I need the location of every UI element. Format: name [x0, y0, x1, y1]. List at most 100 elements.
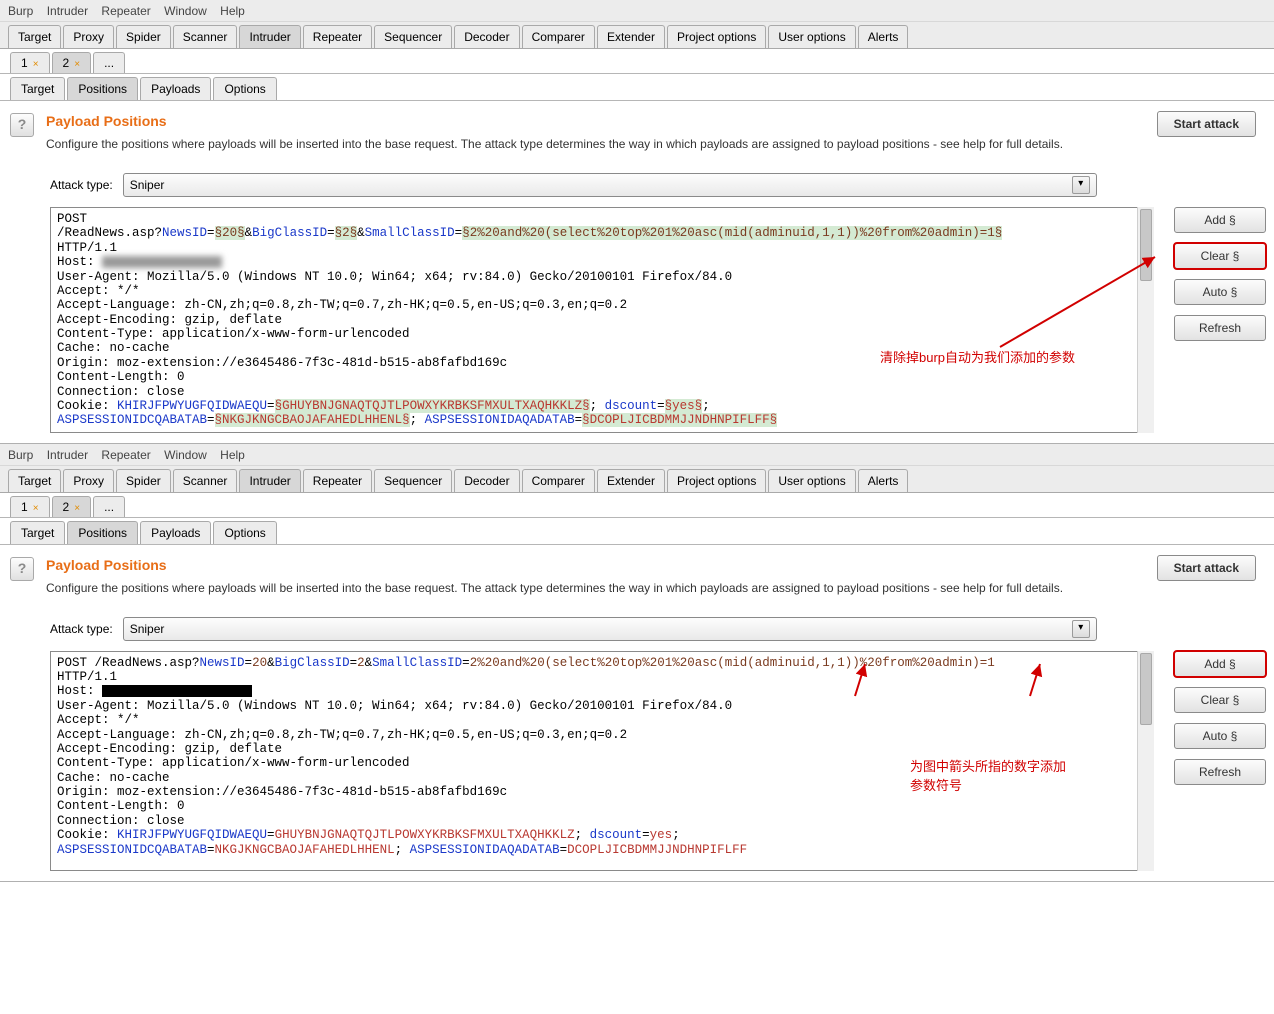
sub-tab-options[interactable]: Options [213, 77, 276, 100]
attack-number-tabs: 1× 2× ... [0, 49, 1274, 74]
clear-position-button[interactable]: Clear § [1174, 243, 1266, 269]
annotation-add-2: 参数符号 [910, 775, 962, 794]
tab-proxy[interactable]: Proxy [63, 25, 114, 48]
close-icon[interactable]: × [33, 503, 39, 514]
menubar: Burp Intruder Repeater Window Help [0, 0, 1274, 22]
positions-side-buttons: Add § Clear § Auto § Refresh [1174, 207, 1264, 433]
auto-position-button[interactable]: Auto § [1174, 723, 1266, 749]
help-button[interactable]: ? [10, 113, 34, 137]
menu-window[interactable]: Window [164, 448, 207, 462]
attack-type-select[interactable]: Sniper ▾ [123, 617, 1097, 641]
attack-number-tabs: 1× 2× ... [0, 493, 1274, 518]
add-position-button[interactable]: Add § [1174, 207, 1266, 233]
menu-intruder[interactable]: Intruder [47, 448, 88, 462]
sub-tab-positions[interactable]: Positions [67, 77, 138, 100]
start-attack-button[interactable]: Start attack [1157, 111, 1256, 137]
help-button[interactable]: ? [10, 557, 34, 581]
positions-content: Start attack ? Payload Positions Configu… [0, 545, 1274, 881]
refresh-button[interactable]: Refresh [1174, 759, 1266, 785]
menu-burp[interactable]: Burp [8, 4, 33, 18]
close-icon[interactable]: × [74, 503, 80, 514]
auto-position-button[interactable]: Auto § [1174, 279, 1266, 305]
attack-tab-1[interactable]: 1× [10, 52, 50, 73]
tab-decoder[interactable]: Decoder [454, 25, 519, 48]
tab-target[interactable]: Target [8, 25, 61, 48]
positions-content: Start attack ? Payload Positions Configu… [0, 101, 1274, 443]
tab-intruder[interactable]: Intruder [239, 469, 300, 492]
refresh-button[interactable]: Refresh [1174, 315, 1266, 341]
menu-repeater[interactable]: Repeater [101, 4, 150, 18]
intruder-sub-tabs: Target Positions Payloads Options [0, 518, 1274, 545]
positions-side-buttons: Add § Clear § Auto § Refresh [1174, 651, 1264, 871]
menu-burp[interactable]: Burp [8, 448, 33, 462]
attack-tab-1[interactable]: 1× [10, 496, 50, 517]
attack-type-label: Attack type: [50, 622, 113, 636]
scrollbar-thumb[interactable] [1140, 209, 1152, 281]
tab-decoder[interactable]: Decoder [454, 469, 519, 492]
annotation-add-1: 为图中箭头所指的数字添加 [910, 756, 1066, 775]
intruder-sub-tabs: Target Positions Payloads Options [0, 74, 1274, 101]
attack-tab-more[interactable]: ... [93, 496, 125, 517]
close-icon[interactable]: × [33, 59, 39, 70]
burp-window-top: Burp Intruder Repeater Window Help Targe… [0, 0, 1274, 444]
tab-scanner[interactable]: Scanner [173, 25, 238, 48]
tab-comparer[interactable]: Comparer [522, 469, 595, 492]
attack-type-label: Attack type: [50, 178, 113, 192]
main-tabs: Target Proxy Spider Scanner Intruder Rep… [0, 22, 1274, 49]
sub-tab-positions[interactable]: Positions [67, 521, 138, 544]
tab-intruder[interactable]: Intruder [239, 25, 300, 48]
attack-tab-2[interactable]: 2× [52, 52, 92, 73]
attack-type-value: Sniper [130, 622, 165, 636]
tab-project-options[interactable]: Project options [667, 25, 766, 48]
editor-scrollbar[interactable] [1137, 651, 1154, 871]
menu-repeater[interactable]: Repeater [101, 448, 150, 462]
tab-proxy[interactable]: Proxy [63, 469, 114, 492]
scrollbar-thumb[interactable] [1140, 653, 1152, 725]
tab-spider[interactable]: Spider [116, 25, 171, 48]
attack-tab-2[interactable]: 2× [52, 496, 92, 517]
sub-tab-options[interactable]: Options [213, 521, 276, 544]
section-description: Configure the positions where payloads w… [46, 135, 1063, 153]
sub-tab-target[interactable]: Target [10, 521, 65, 544]
tab-target[interactable]: Target [8, 469, 61, 492]
redacted-host: x [102, 256, 222, 268]
menu-window[interactable]: Window [164, 4, 207, 18]
section-title: Payload Positions [46, 113, 1063, 129]
sub-tab-payloads[interactable]: Payloads [140, 77, 211, 100]
tab-alerts[interactable]: Alerts [858, 469, 909, 492]
tab-repeater[interactable]: Repeater [303, 25, 372, 48]
dropdown-arrow-icon[interactable]: ▾ [1072, 620, 1090, 638]
tab-user-options[interactable]: User options [768, 469, 855, 492]
attack-type-value: Sniper [130, 178, 165, 192]
editor-scrollbar[interactable] [1137, 207, 1154, 433]
menu-intruder[interactable]: Intruder [47, 4, 88, 18]
sub-tab-target[interactable]: Target [10, 77, 65, 100]
tab-sequencer[interactable]: Sequencer [374, 469, 452, 492]
main-tabs: Target Proxy Spider Scanner Intruder Rep… [0, 466, 1274, 493]
clear-position-button[interactable]: Clear § [1174, 687, 1266, 713]
tab-alerts[interactable]: Alerts [858, 25, 909, 48]
menu-help[interactable]: Help [220, 4, 245, 18]
tab-repeater[interactable]: Repeater [303, 469, 372, 492]
annotation-clear: 清除掉burp自动为我们添加的参数 [880, 347, 1075, 366]
dropdown-arrow-icon[interactable]: ▾ [1072, 176, 1090, 194]
tab-extender[interactable]: Extender [597, 469, 665, 492]
tab-spider[interactable]: Spider [116, 469, 171, 492]
add-position-button[interactable]: Add § [1174, 651, 1266, 677]
tab-sequencer[interactable]: Sequencer [374, 25, 452, 48]
attack-tab-more[interactable]: ... [93, 52, 125, 73]
close-icon[interactable]: × [74, 59, 80, 70]
request-editor[interactable]: POST /ReadNews.asp?NewsID=§20§&BigClassI… [50, 207, 1154, 433]
tab-extender[interactable]: Extender [597, 25, 665, 48]
section-title: Payload Positions [46, 557, 1063, 573]
start-attack-button[interactable]: Start attack [1157, 555, 1256, 581]
tab-user-options[interactable]: User options [768, 25, 855, 48]
tab-project-options[interactable]: Project options [667, 469, 766, 492]
burp-window-bottom: Burp Intruder Repeater Window Help Targe… [0, 444, 1274, 882]
tab-scanner[interactable]: Scanner [173, 469, 238, 492]
attack-type-select[interactable]: Sniper ▾ [123, 173, 1097, 197]
sub-tab-payloads[interactable]: Payloads [140, 521, 211, 544]
tab-comparer[interactable]: Comparer [522, 25, 595, 48]
menu-help[interactable]: Help [220, 448, 245, 462]
redacted-host: x [102, 685, 252, 697]
